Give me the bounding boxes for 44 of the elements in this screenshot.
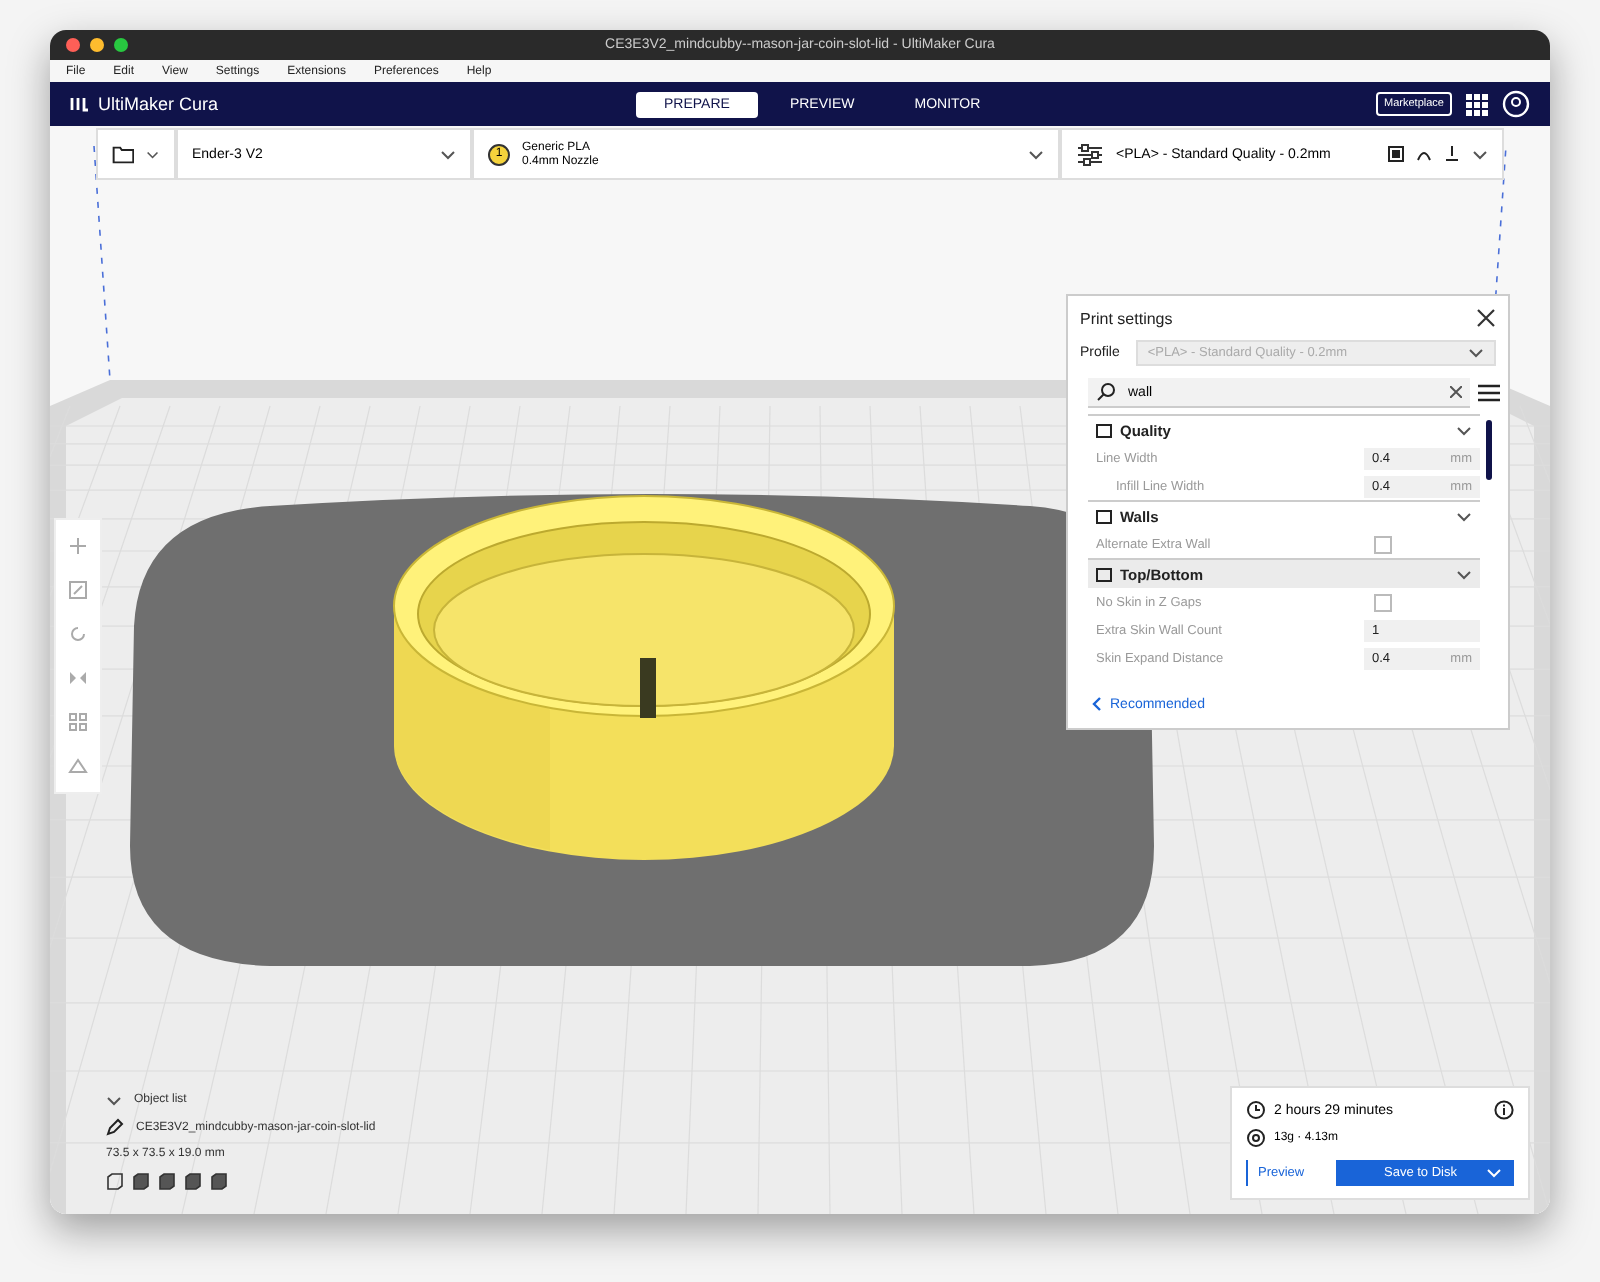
window-zoom-button[interactable]	[114, 38, 128, 52]
caret-icon	[1028, 149, 1044, 159]
caret-icon	[106, 1095, 122, 1105]
caret-icon	[1486, 1168, 1502, 1178]
app-logo-text: UltiMaker Cura	[98, 94, 219, 114]
adhesion-icon	[1416, 146, 1432, 162]
caret-icon	[1472, 149, 1488, 159]
right-view-icon[interactable]	[210, 1172, 228, 1190]
folder-icon	[112, 143, 135, 165]
spool-icon	[1246, 1128, 1266, 1148]
close-icon[interactable]	[1476, 308, 1496, 328]
caret-icon	[1456, 425, 1472, 435]
category-icon	[1096, 567, 1112, 581]
window-close-button[interactable]	[66, 38, 80, 52]
left-view-icon[interactable]	[184, 1172, 202, 1190]
category-icon	[1096, 509, 1112, 523]
search-icon	[1096, 382, 1116, 402]
top-view-icon[interactable]	[158, 1172, 176, 1190]
caret-icon	[146, 149, 160, 159]
caret-icon	[1456, 511, 1472, 521]
clear-icon[interactable]	[1450, 386, 1462, 398]
open-file-button[interactable]	[96, 128, 176, 180]
scrollbar[interactable]	[1486, 420, 1492, 480]
front-view-icon[interactable]	[132, 1172, 150, 1190]
menu-icon[interactable]	[1478, 384, 1500, 402]
3d-view-icon[interactable]	[106, 1172, 124, 1190]
category-icon	[1096, 423, 1112, 437]
window-minimize-button[interactable]	[90, 38, 104, 52]
account-icon[interactable]	[1502, 90, 1530, 118]
panel-title: Print settings	[1080, 309, 1173, 327]
caret-icon	[1468, 348, 1484, 358]
chevron-left-icon	[1092, 696, 1102, 712]
fill-icon	[1444, 146, 1460, 162]
checkbox[interactable]	[1374, 593, 1392, 611]
support-icon	[1388, 146, 1404, 162]
caret-icon	[1456, 569, 1472, 579]
logo-icon	[70, 96, 90, 112]
sliders-icon	[1076, 143, 1104, 165]
apps-grid-icon[interactable]	[1466, 93, 1488, 115]
checkbox[interactable]	[1374, 535, 1392, 553]
pencil-icon	[106, 1118, 124, 1136]
info-icon[interactable]	[1494, 1100, 1514, 1120]
clock-icon	[1246, 1100, 1266, 1120]
caret-icon	[440, 149, 456, 159]
